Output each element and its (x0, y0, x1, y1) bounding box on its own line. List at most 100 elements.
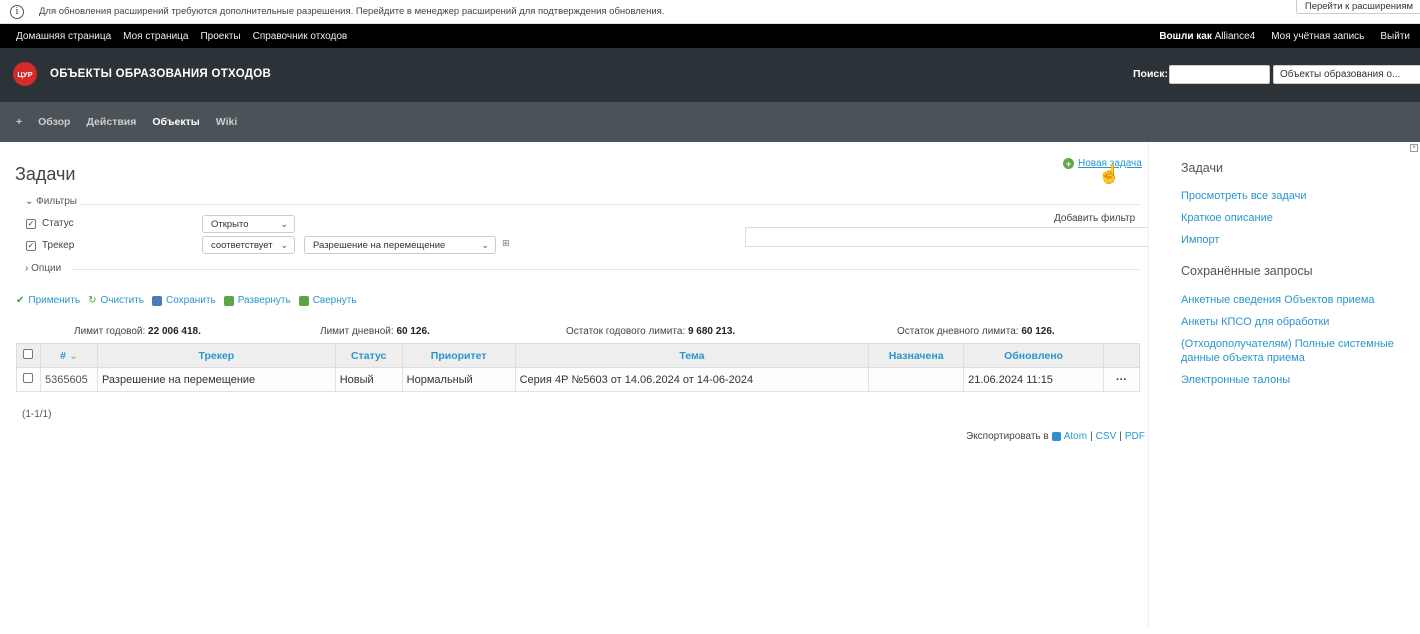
options-legend[interactable]: › Опции (25, 263, 61, 274)
options-divider (72, 269, 1140, 270)
annual-limit-label: Лимит годовой: (74, 326, 146, 337)
row-id[interactable]: 5365605 (39, 367, 98, 392)
filters-legend[interactable]: ⌄ Фильтры (25, 196, 77, 207)
new-object-button[interactable]: + (16, 116, 22, 128)
select-all-cell (16, 343, 41, 368)
row-checkbox[interactable] (23, 373, 34, 383)
expand-icon (223, 295, 234, 306)
filters-legend-label: Фильтры (36, 196, 77, 207)
row-updated: 21.06.2024 11:15 (963, 367, 1104, 392)
expand-label[interactable]: Развернуть (238, 295, 291, 306)
add-filter-select[interactable] (745, 227, 1185, 247)
page-title: Задачи (15, 164, 76, 184)
filter-tracker-operator[interactable]: соответствует ⌄ (202, 236, 295, 254)
expand-button[interactable]: Развернуть (223, 295, 291, 306)
collapse-button[interactable]: Свернуть (298, 295, 357, 306)
clear-button[interactable]: ↻ Очистить (88, 295, 144, 306)
export-pdf-link[interactable]: PDF (1125, 431, 1145, 442)
project-title: ОБЪЕКТЫ ОБРАЗОВАНИЯ ОТХОДОВ (50, 68, 272, 80)
top-menu-waste-directory[interactable]: Справочник отходов (253, 31, 348, 42)
saved-query-2[interactable]: Анкеты КПСО для обработки (1181, 315, 1329, 329)
main-content: Задачи + Новая задача ☝ ⌄ Фильтры ✓ Стат… (0, 142, 1185, 634)
save-button[interactable]: Сохранить (151, 295, 216, 306)
table-row[interactable]: 5365605 Разрешение на перемещение Новый … (16, 367, 1141, 392)
logged-as-label: Вошли как (1159, 30, 1212, 42)
tab-overview[interactable]: Обзор (38, 116, 70, 128)
project-header: ЦУР ОБЪЕКТЫ ОБРАЗОВАНИЯ ОТХОДОВ Поиск: О… (0, 48, 1420, 102)
project-jump-value: Объекты образования о... (1280, 69, 1401, 80)
column-tracker[interactable]: Трекер (96, 343, 336, 368)
save-icon (151, 295, 162, 306)
tab-activity[interactable]: Действия (86, 116, 136, 128)
extension-message: Для обновления расширений требуются допо… (39, 6, 665, 17)
top-menu-home[interactable]: Домашняя страница (16, 31, 111, 42)
saved-query-1[interactable]: Анкетные сведения Объектов приема (1181, 293, 1375, 307)
chevron-down-icon: ⌄ (280, 219, 288, 229)
sidebar-link-import[interactable]: Импорт (1181, 233, 1219, 247)
export-links: Экспортировать в Atom | CSV | PDF (966, 431, 1145, 442)
export-label: Экспортировать в (966, 431, 1049, 442)
sidebar-title: Задачи (1181, 161, 1223, 175)
top-menu-my-page[interactable]: Моя страница (123, 31, 188, 42)
row-context-menu-button[interactable]: ··· (1102, 367, 1141, 392)
column-assigned[interactable]: Назначена (868, 343, 965, 368)
apply-button[interactable]: ✔ Применить (16, 295, 80, 306)
check-icon: ✔ (16, 295, 25, 306)
column-priority[interactable]: Приоритет (401, 343, 516, 368)
go-to-extensions-button[interactable]: Перейти к расширениям (1295, 0, 1420, 14)
row-subject[interactable]: Серия 4Р №5603 от 14.06.2024 от 14-06-20… (514, 367, 870, 392)
annual-limit: Лимит годовой: 22 006 418. (74, 326, 201, 337)
annual-remaining-label: Остаток годового лимита: (566, 326, 686, 337)
sidebar-link-summary[interactable]: Краткое описание (1181, 211, 1273, 225)
filter-tracker-checkbox[interactable]: ✓ (26, 240, 36, 251)
hand-cursor-icon: ☝ (1098, 164, 1121, 184)
info-icon: i (10, 4, 24, 19)
collapse-label[interactable]: Свернуть (313, 295, 357, 306)
multi-select-toggle-icon[interactable]: ⊞ (502, 238, 510, 249)
daily-limit-label: Лимит дневной: (320, 326, 394, 337)
search-label: Поиск: (1133, 68, 1169, 80)
save-label[interactable]: Сохранить (166, 295, 216, 306)
filter-tracker-value[interactable]: Разрешение на перемещение ⌄ (304, 236, 496, 254)
my-account-link[interactable]: Моя учётная запись (1271, 31, 1364, 42)
rss-feed-icon (1051, 432, 1061, 441)
tab-wiki[interactable]: Wiki (216, 116, 238, 128)
options-legend-label: Опции (31, 263, 62, 274)
search-input[interactable] (1169, 65, 1270, 84)
saved-query-3[interactable]: (Отходополучателям) Полные системные дан… (1181, 337, 1411, 365)
filter-status-operator[interactable]: Открыто ⌄ (202, 215, 295, 233)
sidebar: × Задачи Просмотреть все задачи Краткое … (1148, 142, 1420, 628)
column-id[interactable]: # ⌄ (39, 343, 98, 368)
saved-queries-title: Сохранённые запросы (1181, 264, 1313, 278)
column-status[interactable]: Статус (334, 343, 403, 368)
column-updated[interactable]: Обновлено (963, 343, 1104, 368)
issues-table: # ⌄ Трекер Статус Приоритет Тема Назначе… (16, 343, 1141, 392)
chevron-down-icon: ⌄ (25, 196, 34, 207)
filter-status-operator-value: Открыто (211, 218, 249, 230)
daily-remaining-label: Остаток дневного лимита: (897, 326, 1019, 337)
sort-icon: ⌄ (68, 349, 78, 362)
export-atom-link[interactable]: Atom (1064, 431, 1087, 442)
top-menu: Домашняя страница Моя страница Проекты С… (0, 24, 1420, 48)
column-subject[interactable]: Тема (514, 343, 870, 368)
user-link[interactable]: Alliance4 (1215, 31, 1256, 42)
main-menu: + Обзор Действия Объекты Wiki (0, 102, 1420, 142)
clear-label[interactable]: Очистить (100, 295, 144, 306)
sidebar-toggle-icon[interactable]: × (1410, 144, 1418, 152)
query-actions: ✔ Применить ↻ Очистить Сохранить Развернут… (16, 295, 357, 306)
tab-objects[interactable]: Объекты (152, 116, 199, 128)
project-jump-select[interactable]: Объекты образования о... (1273, 65, 1420, 84)
daily-remaining-value: 60 126. (1021, 326, 1055, 337)
apply-label[interactable]: Применить (28, 295, 80, 306)
top-menu-projects[interactable]: Проекты (200, 31, 240, 42)
add-filter-label: Добавить фильтр (1054, 213, 1136, 224)
row-checkbox-cell (16, 367, 41, 392)
logout-link[interactable]: Выйти (1380, 31, 1410, 42)
saved-query-4[interactable]: Электронные талоны (1181, 373, 1290, 387)
filter-status-label: Статус (42, 218, 74, 229)
sidebar-link-all-issues[interactable]: Просмотреть все задачи (1181, 189, 1307, 203)
select-all-checkbox[interactable] (23, 349, 34, 359)
filter-status-checkbox[interactable]: ✓ (26, 218, 36, 229)
export-csv-link[interactable]: CSV (1096, 431, 1117, 442)
annual-limit-value: 22 006 418. (148, 326, 201, 337)
